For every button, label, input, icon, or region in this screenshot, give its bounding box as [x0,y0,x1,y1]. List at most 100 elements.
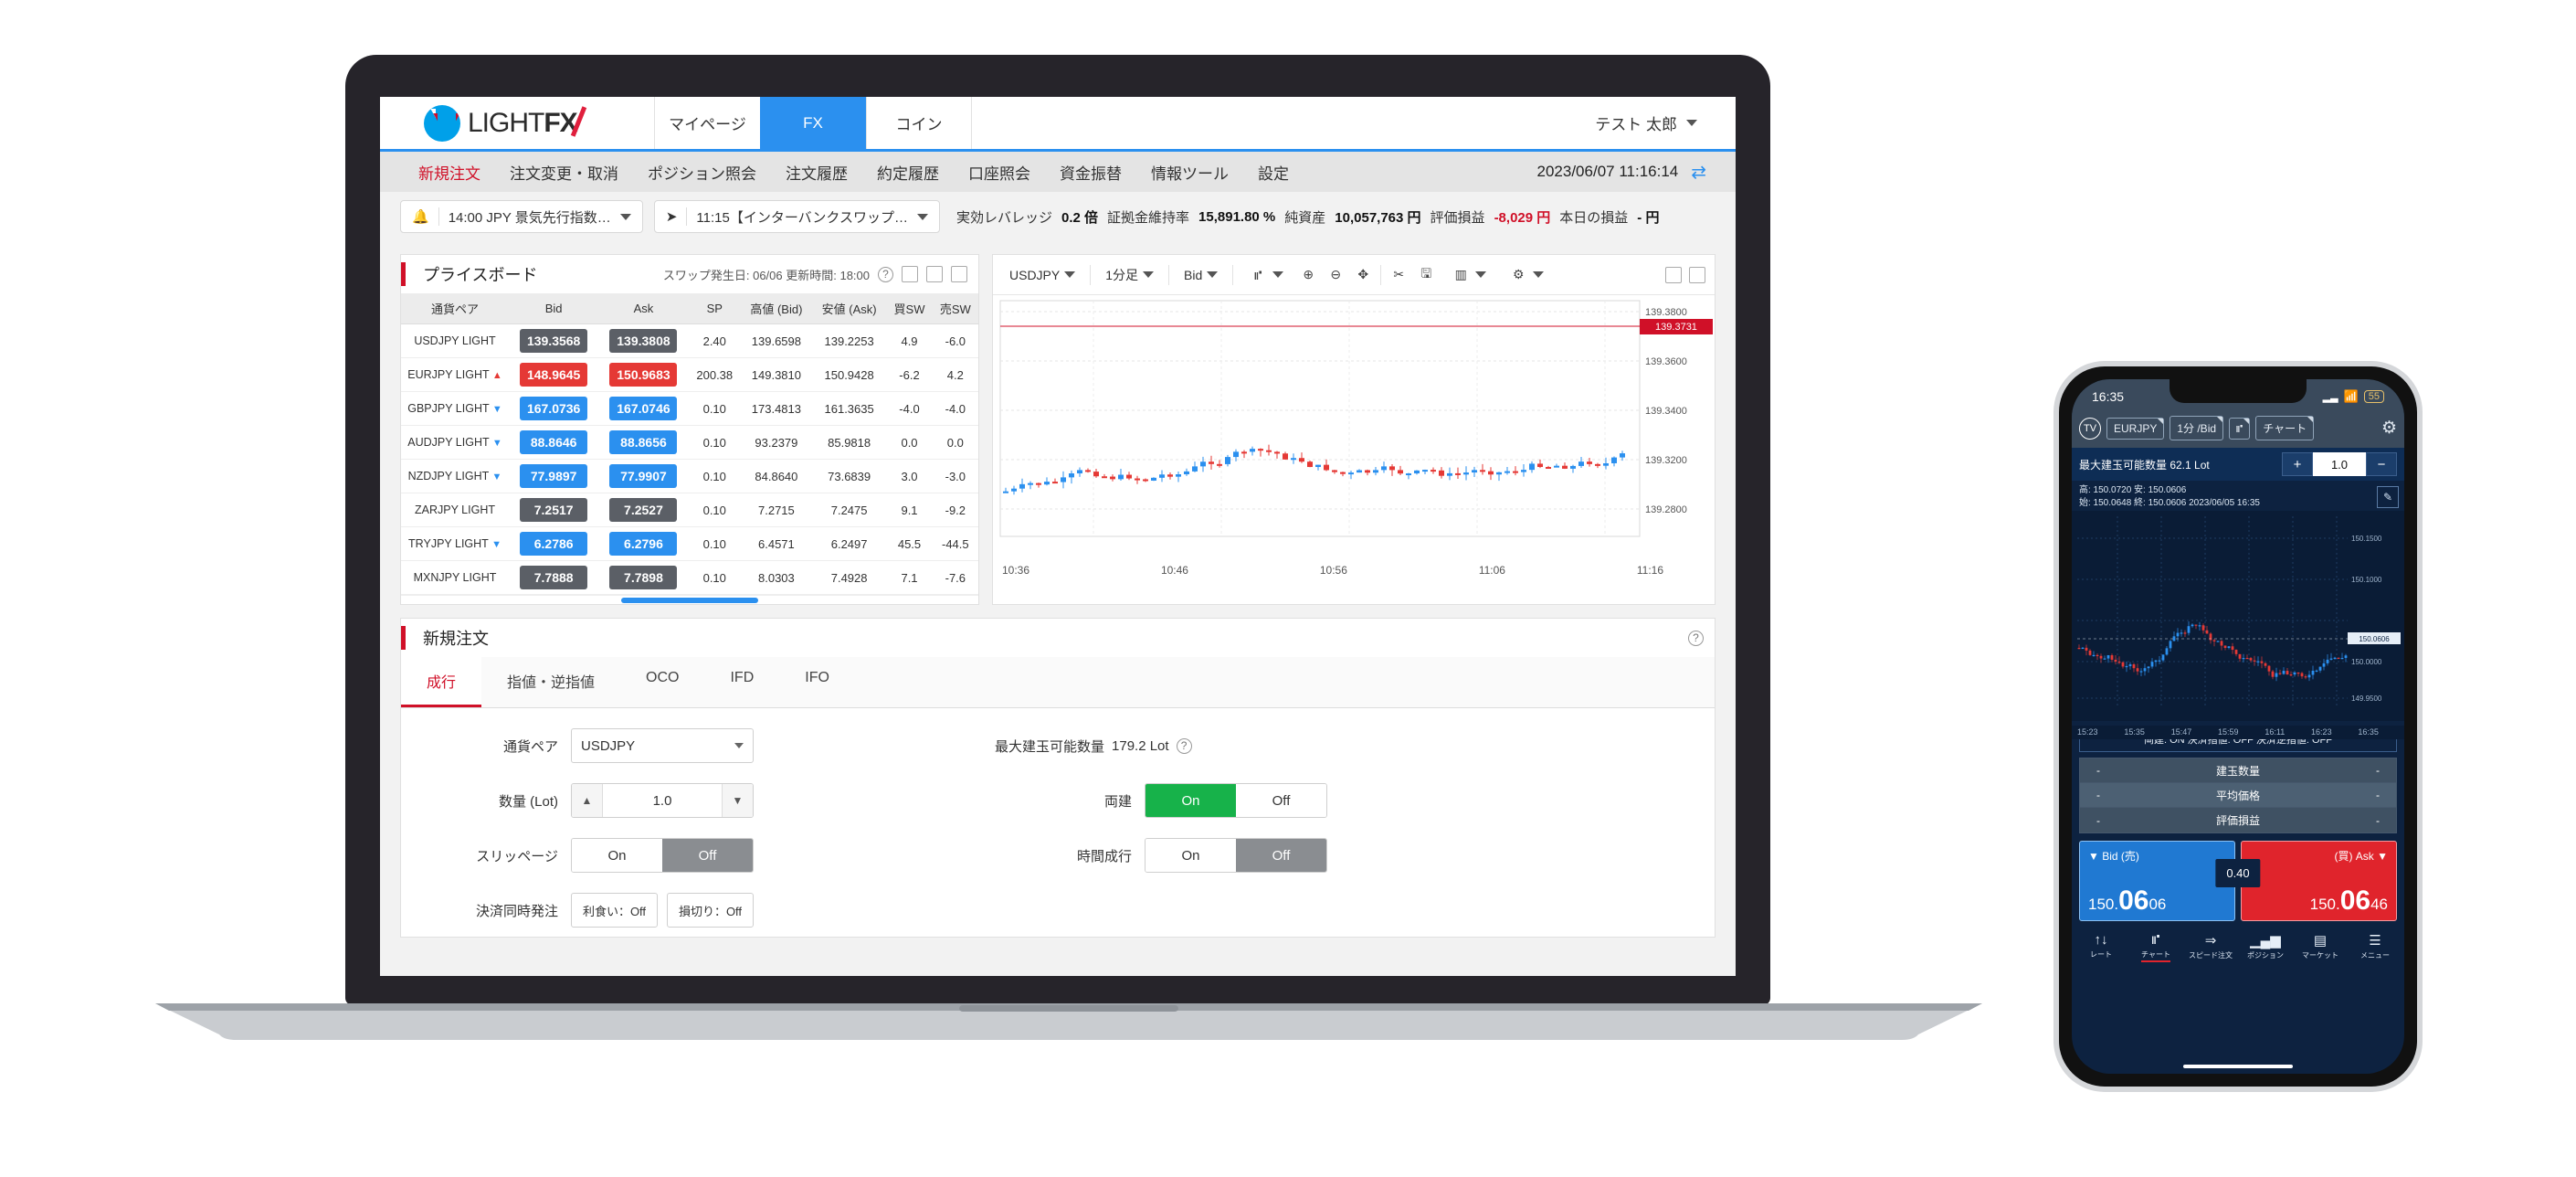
table-row[interactable]: ZARJPY LIGHT 7.2517 7.2527 0.10 7.2715 7.247… [401,493,978,527]
help-icon[interactable]: ? [1688,630,1704,646]
bid-sell-button[interactable]: ▼ Bid (売) 150. 06 06 [2079,841,2235,921]
phone-tab-menu[interactable]: ☰ メニュー [2348,932,2402,960]
cell-ask[interactable]: 167.0746 [598,391,689,426]
cell-bid[interactable]: 139.3568 [509,323,599,358]
tab-market-order[interactable]: 成行 [401,657,482,707]
menu-info-tools[interactable]: 情報ツール [1136,161,1243,184]
currency-pair-select[interactable]: USDJPY [571,728,754,763]
window-icon[interactable] [951,266,967,282]
tradingview-icon[interactable]: TV [2079,417,2101,440]
help-icon[interactable]: ? [878,266,893,282]
tab-fx[interactable]: FX [760,97,866,149]
ryodate-on-button[interactable]: On [1145,784,1236,817]
menu-account-inquiry[interactable]: 口座照会 [954,161,1045,184]
slippage-off-button[interactable]: Off [662,839,753,872]
cell-bid[interactable]: 6.2786 [509,526,599,561]
menu-fund-transfer[interactable]: 資金振替 [1045,161,1136,184]
phone-tab-rates[interactable]: ↑↓ レート [2074,932,2128,960]
cell-bid[interactable]: 148.9645 [509,357,599,392]
ryodate-off-button[interactable]: Off [1236,784,1326,817]
zoom-out-icon[interactable]: ⊖ [1325,265,1346,285]
expand-icon[interactable] [926,266,943,282]
phone-tab-market[interactable]: ▤ マーケット [2293,932,2348,960]
chart-timeframe-select[interactable]: 1分足 [1098,262,1161,288]
chart-body[interactable]: 139.3731 139.3800 139.3600 139.3400 139.… [993,295,1715,586]
cell-bid[interactable]: 7.2517 [509,493,599,527]
cell-bid[interactable]: 7.7888 [509,560,599,595]
phone-symbol-select[interactable]: EURJPY [2106,417,2165,440]
price-table-scrollbar[interactable] [401,595,978,604]
tab-oco-order[interactable]: OCO [620,657,704,707]
save-icon[interactable]: 🖫 [1416,265,1436,285]
cell-ask[interactable]: 88.8656 [598,425,689,460]
table-row[interactable]: TRYJPY LIGHT ▼ 6.2786 6.2796 0.10 6.4571 6.24… [401,526,978,561]
scissors-icon[interactable]: ✂ [1388,265,1409,285]
grid-icon[interactable] [902,266,918,282]
cell-ask[interactable]: 139.3808 [598,323,689,358]
table-row[interactable]: GBPJPY LIGHT ▼ 167.0736 167.0746 0.10 173.48… [401,391,978,426]
tab-coin[interactable]: コイン [866,97,972,149]
table-row[interactable]: USDJPY LIGHT 139.3568 139.3808 2.40 139.659… [401,323,978,358]
chart-window-icon[interactable] [1689,266,1705,283]
menu-position-inquiry[interactable]: ポジション照会 [633,161,771,184]
news-ticker-1[interactable]: 🔔 14:00 JPY 景気先行指数… [400,200,643,233]
cell-ask[interactable]: 77.9907 [598,459,689,493]
chart-type-select[interactable]: ⑈ [1240,261,1291,289]
quantity-value[interactable]: 1.0 [603,784,722,817]
move-icon[interactable]: ✥ [1353,265,1373,285]
tab-ifo-order[interactable]: IFO [779,657,855,707]
tab-limit-stop-order[interactable]: 指値・逆指値 [481,657,620,707]
news-ticker-2[interactable]: ➤ 11:15【インターバンクスワップ… [653,200,940,233]
cell-ask[interactable]: 7.2527 [598,493,689,527]
quantity-value[interactable]: 1.0 [2313,452,2366,476]
table-row[interactable]: AUDJPY LIGHT ▼ 88.8646 88.8656 0.10 93.2379 8… [401,425,978,460]
tab-ifd-order[interactable]: IFD [704,657,779,707]
chart-settings-select[interactable]: ⚙ [1501,261,1551,289]
table-row[interactable]: MXNJPY LIGHT 7.7888 7.7898 0.10 8.0303 7.492… [401,560,978,595]
phone-charttype-select[interactable]: ⑈ [2229,417,2251,440]
table-row[interactable]: NZDJPY LIGHT ▼ 77.9897 77.9907 0.10 84.8640 7… [401,459,978,493]
timed-off-button[interactable]: Off [1236,839,1326,872]
user-menu[interactable]: テスト 太郎 [1595,97,1736,149]
take-profit-button[interactable]: 利食い：Off [571,893,658,928]
phone-chart[interactable]: 150.0606 150.1500 150.1000 150.0000 149.… [2072,511,2404,739]
menu-execution-history[interactable]: 約定履歴 [862,161,954,184]
refresh-icon[interactable]: ⇄ [1691,161,1706,184]
chart-pricetype-select[interactable]: Bid [1177,264,1225,286]
phone-tab-speed-order[interactable]: ⇒ スピード注文 [2183,932,2238,960]
cell-ask[interactable]: 7.7898 [598,560,689,595]
quantity-plus-button[interactable]: + [2282,452,2313,476]
help-icon[interactable]: ? [1176,737,1192,754]
cell-bid[interactable]: 88.8646 [509,425,599,460]
edit-icon[interactable]: ✎ [2377,486,2399,508]
menu-new-order[interactable]: 新規注文 [404,161,495,184]
menu-settings[interactable]: 設定 [1243,161,1304,184]
cell-ask[interactable]: 150.9683 [598,357,689,392]
chart-expand-icon[interactable] [1665,266,1682,283]
slippage-toggle[interactable]: On Off [571,838,754,873]
menu-order-history[interactable]: 注文履歴 [771,161,862,184]
cell-ask[interactable]: 6.2796 [598,526,689,561]
stop-loss-button[interactable]: 損切り：Off [667,893,754,928]
quantity-minus-button[interactable]: − [2366,452,2397,476]
ask-buy-button[interactable]: (買) Ask ▼ 150. 06 46 [2241,841,2397,921]
quantity-up-icon[interactable]: ▲ [572,784,603,817]
cell-bid[interactable]: 167.0736 [509,391,599,426]
timed-order-toggle[interactable]: On Off [1145,838,1327,873]
chart-symbol-select[interactable]: USDJPY [1002,264,1082,286]
phone-tab-chart[interactable]: ⑈ チャート [2128,932,2183,962]
quantity-stepper[interactable]: ▲ 1.0 ▼ [571,783,754,818]
slippage-on-button[interactable]: On [572,839,662,872]
cell-bid[interactable]: 77.9897 [509,459,599,493]
chart-indicator-select[interactable]: ▥ [1443,261,1494,289]
phone-quantity-stepper[interactable]: + 1.0 − [2282,452,2397,476]
ryodate-toggle[interactable]: On Off [1145,783,1327,818]
gear-icon[interactable]: ⚙ [2381,418,2397,439]
phone-timeframe-select[interactable]: 1分 /Bid [2170,416,2224,440]
tab-mypage[interactable]: マイページ [654,97,760,149]
timed-on-button[interactable]: On [1145,839,1236,872]
brand-logo[interactable]: LIGHT FX [380,97,654,149]
zoom-in-icon[interactable]: ⊕ [1298,265,1318,285]
phone-chart-button[interactable]: チャート [2255,416,2315,440]
phone-tab-position[interactable]: ▁▄▆ ポジション [2238,932,2293,960]
